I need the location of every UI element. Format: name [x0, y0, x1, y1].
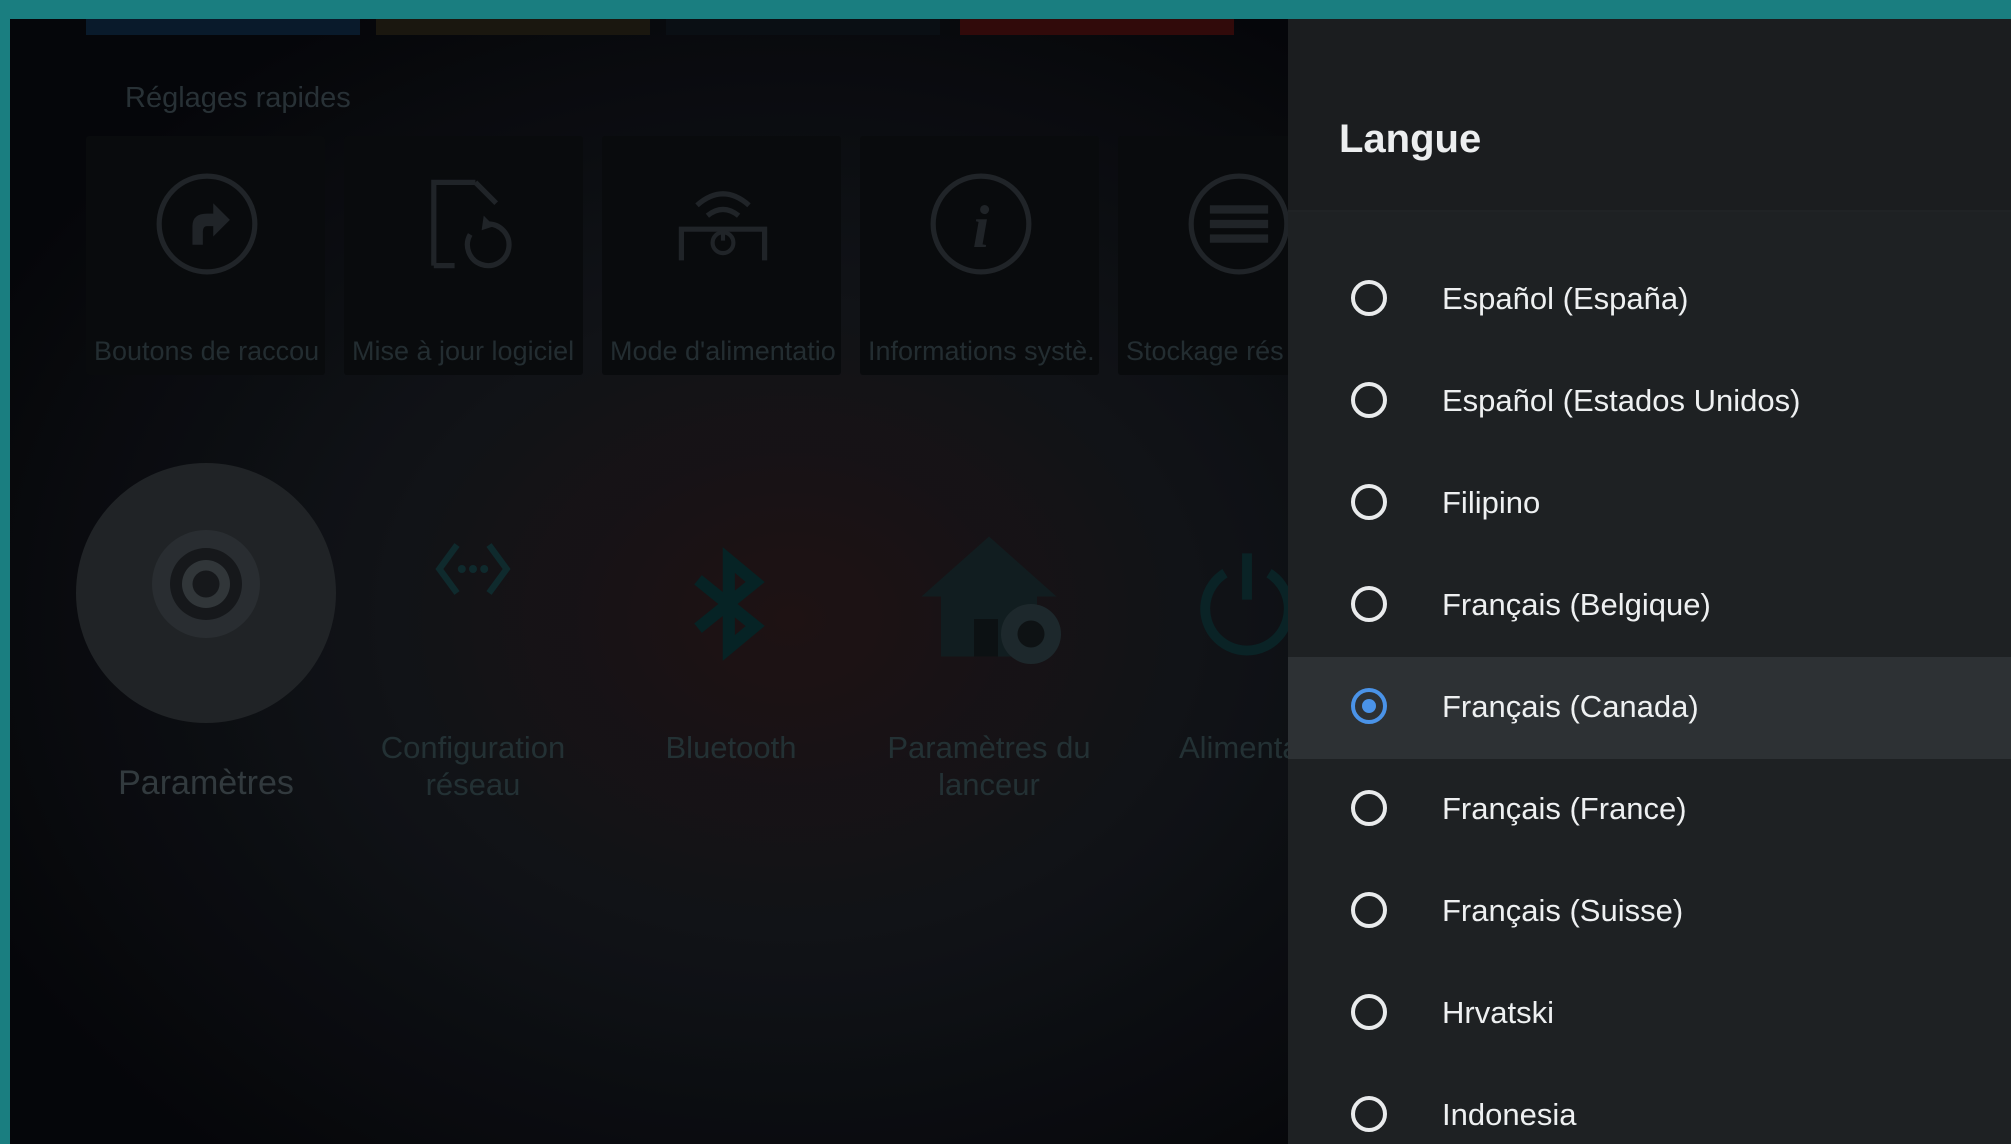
radio-button-checked[interactable] — [1351, 688, 1387, 724]
language-option-selected[interactable]: Français (Canada) — [1288, 657, 2011, 759]
language-option[interactable]: Español (Estados Unidos) — [1288, 351, 2011, 453]
radio-button[interactable] — [1351, 382, 1387, 418]
radio-button[interactable] — [1351, 892, 1387, 928]
radio-dot — [1362, 699, 1376, 713]
language-option[interactable]: Français (Belgique) — [1288, 555, 2011, 657]
language-option-label: Français (Canada) — [1442, 689, 1699, 724]
language-option[interactable]: Español (España) — [1288, 249, 2011, 351]
language-option[interactable]: Français (Suisse) — [1288, 861, 2011, 963]
radio-button[interactable] — [1351, 280, 1387, 316]
language-option-label: Français (Belgique) — [1442, 587, 1711, 622]
language-option-label: Español (Estados Unidos) — [1442, 383, 1801, 418]
language-panel: Langue Español (España) Español (Estados… — [1288, 19, 2011, 1144]
language-option-label: Español (España) — [1442, 281, 1689, 316]
language-option[interactable]: Hrvatski — [1288, 963, 2011, 1065]
radio-button[interactable] — [1351, 790, 1387, 826]
language-option[interactable]: Français (France) — [1288, 759, 2011, 861]
radio-button[interactable] — [1351, 994, 1387, 1030]
language-option-label: Français (France) — [1442, 791, 1687, 826]
panel-header: Langue — [1288, 19, 2011, 212]
language-option-label: Indonesia — [1442, 1097, 1577, 1132]
language-option-label: Filipino — [1442, 485, 1541, 520]
radio-button[interactable] — [1351, 586, 1387, 622]
radio-button[interactable] — [1351, 484, 1387, 520]
radio-button[interactable] — [1351, 1096, 1387, 1132]
language-option-label: Français (Suisse) — [1442, 893, 1684, 928]
panel-title: Langue — [1339, 117, 1482, 161]
language-option[interactable]: Filipino — [1288, 453, 2011, 555]
language-option-label: Hrvatski — [1442, 995, 1554, 1030]
language-option[interactable]: Indonesia — [1288, 1065, 2011, 1144]
